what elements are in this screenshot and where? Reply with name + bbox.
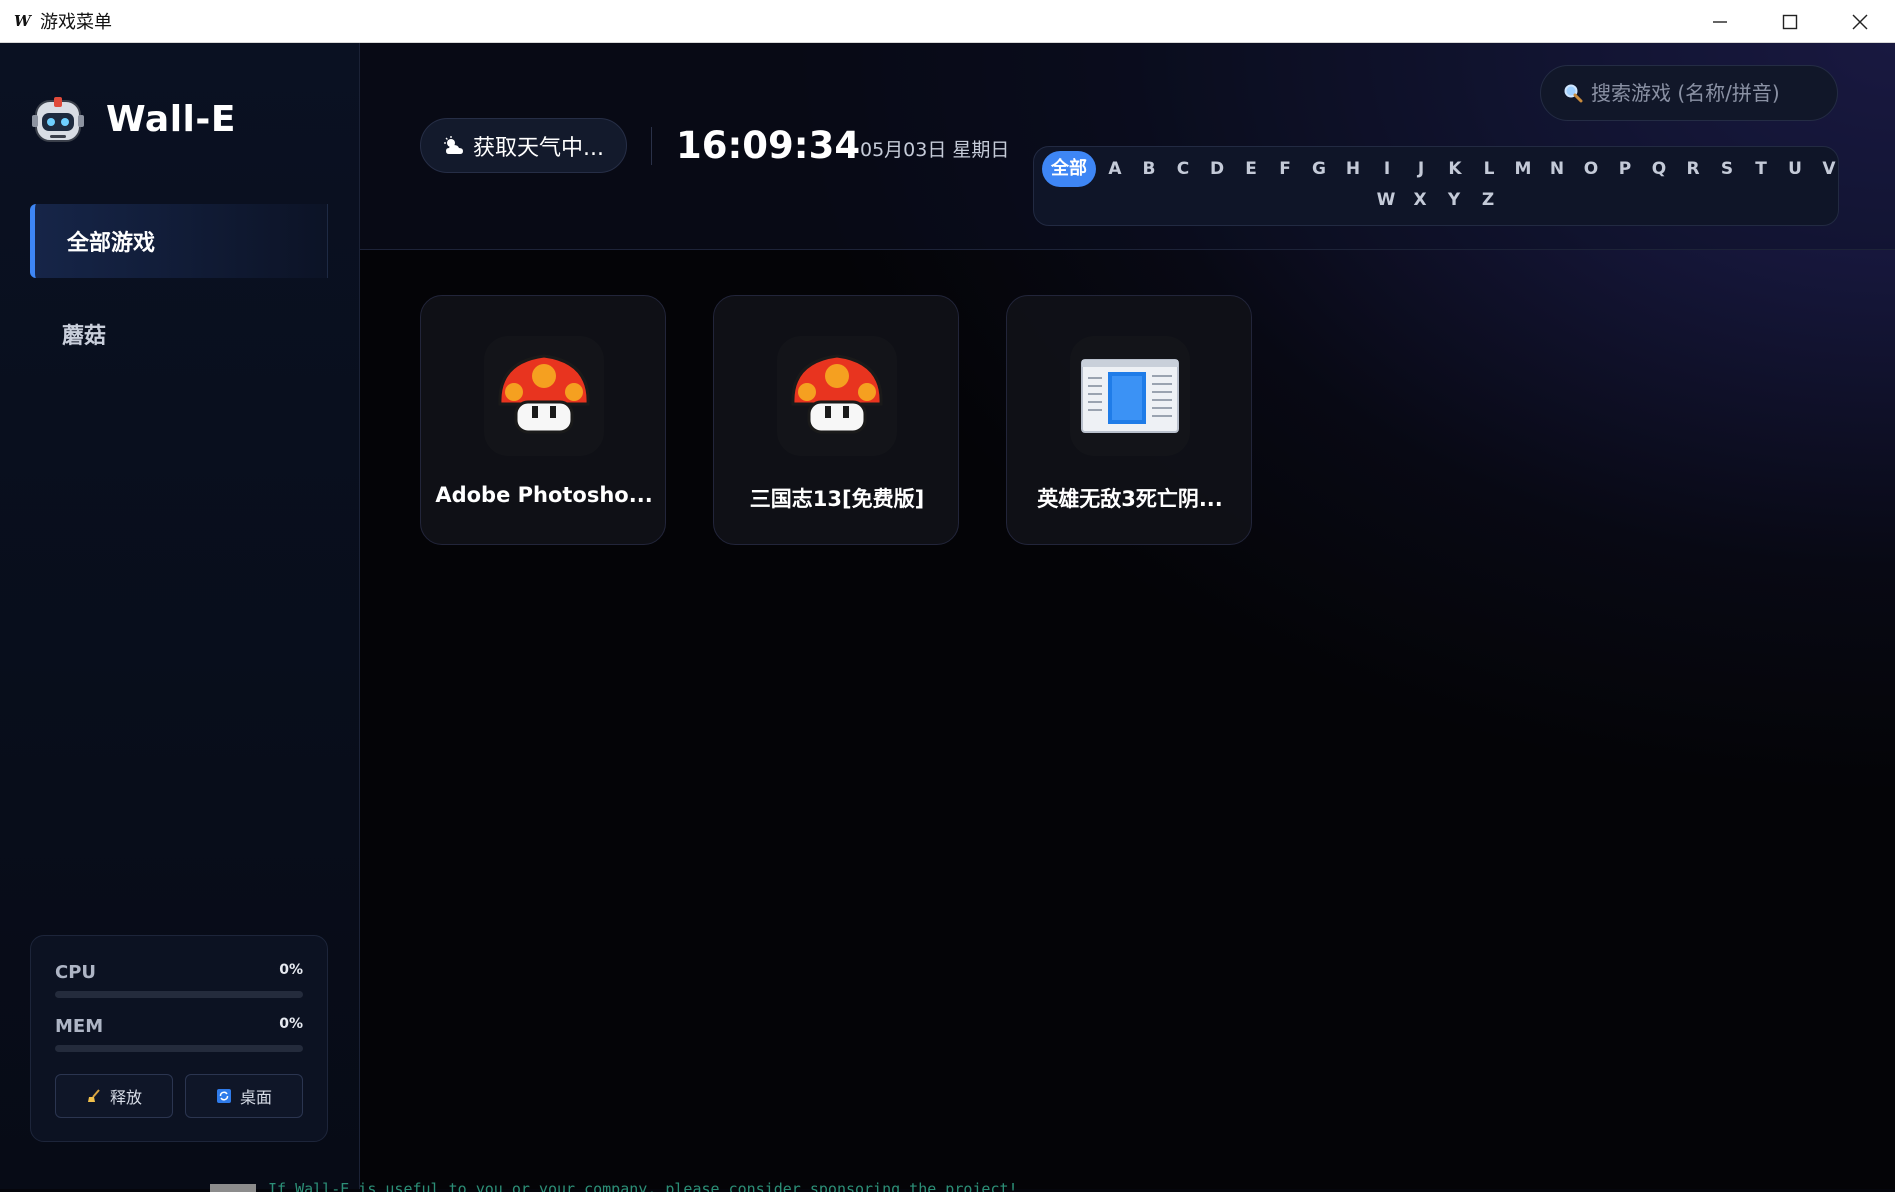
alphabet-filter-letter[interactable]: J — [1404, 153, 1438, 185]
maximize-button[interactable] — [1755, 0, 1825, 43]
alphabet-filter-letter[interactable]: M — [1506, 153, 1540, 185]
console-thumbnail — [210, 1184, 256, 1192]
minimize-icon — [1713, 20, 1727, 23]
alphabet-row: 全部 A B C D E F G H I J K L M N O P Q R S T U V — [1042, 151, 1846, 187]
weather-widget[interactable]: 获取天气中... — [420, 118, 627, 173]
window-app-icon — [1081, 359, 1179, 433]
search-input[interactable] — [1591, 81, 1821, 105]
main-content: 获取天气中... 16:09:34 05月03日 星期日 全部ABCDEFGHI… — [360, 43, 1895, 1189]
alphabet-filter-letter[interactable]: Q — [1642, 153, 1676, 185]
header-divider — [651, 127, 652, 165]
sidebar-item-all-games[interactable]: 全部游戏 — [30, 204, 328, 278]
cpu-bar — [55, 991, 303, 998]
app-logo-icon: W — [14, 12, 31, 30]
alphabet-filter-letter[interactable]: L — [1472, 153, 1506, 185]
refresh-icon — [216, 1089, 231, 1103]
alphabet-filter-letter[interactable]: G — [1302, 153, 1336, 185]
console-output-text: If Wall-E is useful to you or your compa… — [268, 1180, 1018, 1192]
alphabet-filter: 全部 A B C D E F G H I J K L M N O P Q R S T U V WXYZ — [1033, 146, 1839, 226]
alphabet-filter-letter[interactable]: S — [1710, 153, 1744, 185]
game-card[interactable]: 三国志13[免费版] — [713, 295, 959, 545]
game-title: 三国志13[免费版] — [749, 487, 925, 511]
game-icon-frame — [777, 336, 897, 456]
clock-time: 16:09:34 — [676, 124, 861, 167]
game-card[interactable]: Adobe Photosho... — [420, 295, 666, 545]
cpu-value: 0% — [279, 962, 303, 978]
window-controls — [1685, 0, 1895, 43]
title-bar: W 游戏菜单 — [0, 0, 1895, 43]
game-icon-frame — [484, 336, 604, 456]
alphabet-row: WXYZ — [1369, 184, 1505, 216]
sidebar-item-mushroom[interactable]: 蘑菇 — [30, 297, 328, 371]
sidebar-item-label: 蘑菇 — [62, 324, 107, 349]
alphabet-filter-letter[interactable]: P — [1608, 153, 1642, 185]
mem-label: MEM — [55, 1016, 104, 1037]
alphabet-filter-all[interactable]: 全部 — [1042, 151, 1096, 187]
alphabet-filter-letter[interactable]: X — [1403, 184, 1437, 216]
mushroom-icon — [791, 354, 883, 434]
release-memory-button[interactable]: 释放 — [55, 1074, 173, 1118]
alphabet-filter-letter[interactable]: C — [1166, 153, 1200, 185]
alphabet-filter-letter[interactable]: N — [1540, 153, 1574, 185]
mem-bar — [55, 1045, 303, 1052]
header: 获取天气中... 16:09:34 05月03日 星期日 全部ABCDEFGHI… — [360, 43, 1895, 250]
brand: Wall-E — [30, 91, 236, 147]
alphabet-filter-letter[interactable]: R — [1676, 153, 1710, 185]
game-card[interactable]: 英雄无敌3死亡阴... — [1006, 295, 1252, 545]
alphabet-filter-letter[interactable]: F — [1268, 153, 1302, 185]
alphabet-filter-letter[interactable]: V — [1812, 153, 1846, 185]
alphabet-filter-letter[interactable]: Y — [1437, 184, 1471, 216]
alphabet-filter-letter[interactable]: B — [1132, 153, 1166, 185]
maximize-icon — [1782, 14, 1798, 29]
window-title: 游戏菜单 — [40, 12, 112, 33]
minimize-button[interactable] — [1685, 0, 1755, 43]
brand-name: Wall-E — [106, 98, 236, 140]
game-icon-frame — [1070, 336, 1190, 456]
show-desktop-button[interactable]: 桌面 — [185, 1074, 303, 1118]
alphabet-filter-letter[interactable]: O — [1574, 153, 1608, 185]
cloud-sun-icon — [444, 135, 463, 154]
search-icon — [1564, 84, 1583, 103]
sidebar-item-label: 全部游戏 — [67, 231, 156, 256]
alphabet-filter-letter[interactable]: H — [1336, 153, 1370, 185]
mushroom-icon — [498, 354, 590, 434]
show-desktop-label: 桌面 — [239, 1088, 272, 1107]
mem-meter: MEM 0% — [55, 1016, 303, 1052]
alphabet-filter-letter[interactable]: W — [1369, 184, 1403, 216]
system-monitor-panel: CPU 0% MEM 0% 释放 桌面 — [30, 935, 328, 1142]
alphabet-filter-letter[interactable]: U — [1778, 153, 1812, 185]
close-icon — [1852, 14, 1868, 29]
alphabet-filter-letter[interactable]: I — [1370, 153, 1404, 185]
alphabet-filter-letter[interactable]: T — [1744, 153, 1778, 185]
clock-date: 05月03日 星期日 — [860, 139, 1010, 161]
alphabet-filter-letter[interactable]: Z — [1471, 184, 1505, 216]
broom-icon — [87, 1089, 100, 1102]
close-button[interactable] — [1825, 0, 1895, 43]
alphabet-filter-letter[interactable]: A — [1098, 153, 1132, 185]
weather-text: 获取天气中... — [473, 135, 604, 161]
game-title: 英雄无敌3死亡阴... — [1037, 487, 1223, 511]
cpu-label: CPU — [55, 962, 97, 983]
alphabet-filter-letter[interactable]: D — [1200, 153, 1234, 185]
release-memory-label: 释放 — [109, 1088, 142, 1107]
alphabet-filter-letter[interactable]: E — [1234, 153, 1268, 185]
sidebar: Wall-E 全部游戏 蘑菇 CPU 0% MEM 0% 释放 桌面 — [0, 43, 360, 1189]
game-title: Adobe Photosho... — [435, 483, 653, 507]
alphabet-filter-letter[interactable]: K — [1438, 153, 1472, 185]
robot-icon — [32, 97, 84, 142]
search-box[interactable] — [1540, 65, 1838, 121]
mem-value: 0% — [279, 1016, 303, 1032]
cpu-meter: CPU 0% — [55, 962, 303, 998]
